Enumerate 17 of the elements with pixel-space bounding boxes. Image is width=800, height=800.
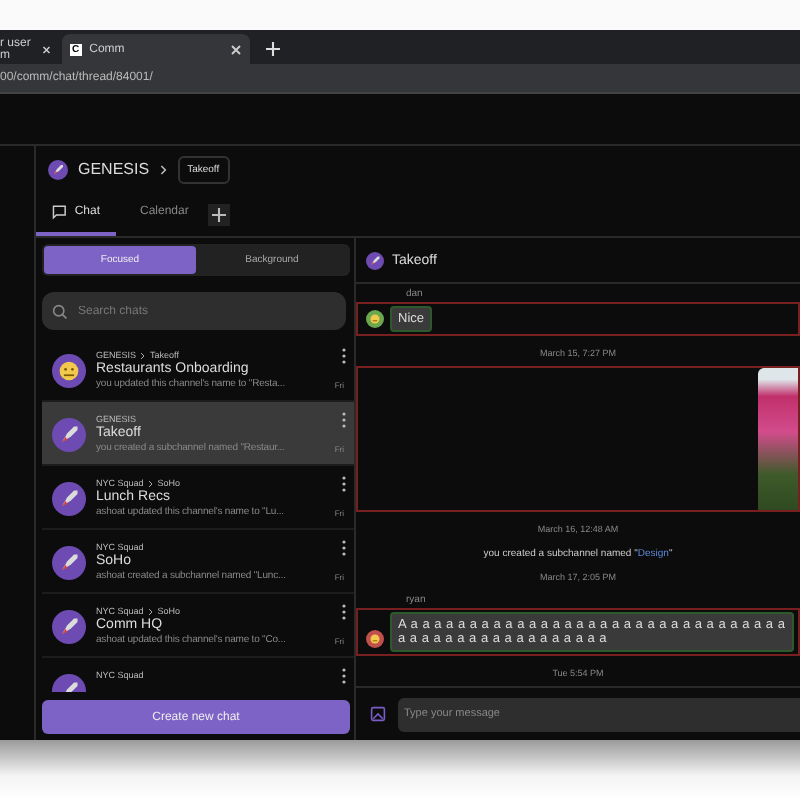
chat-bubble-icon — [52, 204, 67, 220]
photo-placeholder — [758, 368, 798, 510]
close-icon[interactable] — [41, 43, 50, 55]
rocket-avatar-icon — [48, 159, 68, 179]
new-tab-icon[interactable] — [266, 42, 280, 56]
chevron-right-icon — [159, 163, 168, 175]
rocket-avatar-icon — [52, 546, 86, 580]
add-tab-button[interactable] — [208, 203, 230, 225]
search-icon — [52, 303, 68, 319]
rocket-avatar-icon — [52, 610, 86, 644]
rocket-avatar-icon — [52, 418, 86, 452]
image-icon[interactable] — [370, 706, 386, 722]
face-avatar-icon — [52, 354, 86, 388]
rocket-avatar-icon — [366, 251, 384, 269]
close-icon[interactable] — [230, 43, 242, 55]
rocket-avatar-icon — [52, 482, 86, 516]
community-title[interactable]: GENESIS — [78, 160, 150, 178]
